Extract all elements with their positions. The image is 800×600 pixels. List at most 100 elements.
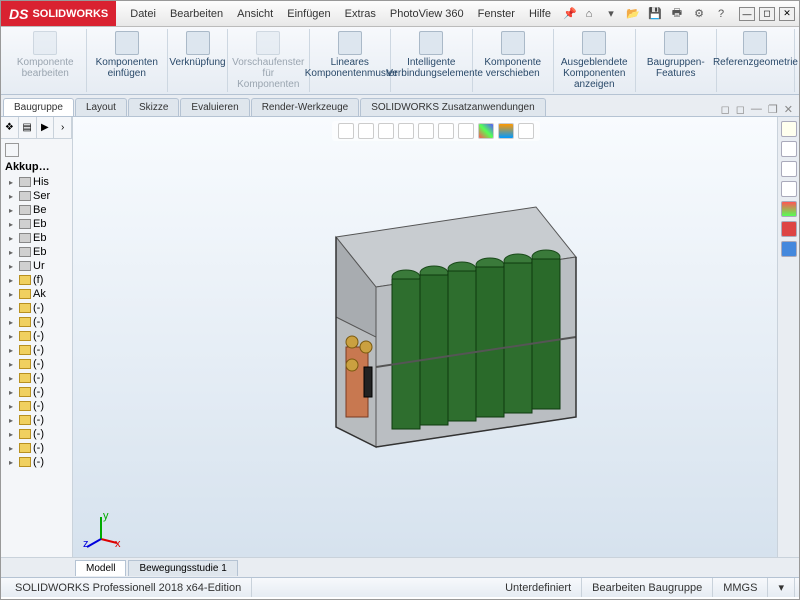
app-logo: DS SOLIDWORKS — [1, 1, 116, 26]
menu-datei[interactable]: Datei — [124, 5, 162, 23]
menu-ansicht[interactable]: Ansicht — [231, 5, 279, 23]
home-icon[interactable]: ⌂ — [581, 6, 597, 22]
fm-tab-tree-icon[interactable]: ❖ — [1, 117, 19, 138]
feature-tree[interactable]: Akkup… ▸His▸Ser▸Be▸Eb▸Eb▸Eb▸Ur▸(f)▸Ak▸(-… — [1, 139, 72, 557]
tree-node[interactable]: ▸(-) — [3, 385, 70, 399]
ref-geometry-icon — [743, 31, 767, 55]
graphics-viewport[interactable]: x y z — [73, 117, 799, 557]
taskpane-home-icon[interactable] — [781, 121, 797, 137]
tree-node[interactable]: ▸Be — [3, 203, 70, 217]
doc-min-icon[interactable]: — — [751, 103, 762, 116]
fm-tab-more-icon[interactable]: › — [54, 117, 72, 138]
tab-render[interactable]: Render-Werkzeuge — [251, 98, 360, 116]
tree-node[interactable]: ▸His — [3, 175, 70, 189]
tree-node[interactable]: ▸(-) — [3, 427, 70, 441]
tree-filter-icon[interactable] — [5, 143, 19, 157]
ribbon-assembly-features[interactable]: Baugruppen-Features — [636, 29, 718, 92]
tree-node[interactable]: ▸(-) — [3, 315, 70, 329]
maximize-button[interactable]: ◻ — [759, 7, 775, 21]
task-pane — [777, 117, 799, 557]
zoom-fit-icon[interactable] — [338, 123, 354, 139]
ribbon-edit-component: Komponente bearbeiten — [5, 29, 87, 92]
tab-evaluieren[interactable]: Evaluieren — [180, 98, 249, 116]
tab-skizze[interactable]: Skizze — [128, 98, 179, 116]
view-orient-icon[interactable] — [418, 123, 434, 139]
show-hidden-icon — [582, 31, 606, 55]
prev-view-icon[interactable] — [378, 123, 394, 139]
insert-component-icon — [115, 31, 139, 55]
tree-node[interactable]: ▸(-) — [3, 301, 70, 315]
ribbon-move-component[interactable]: Komponente verschieben — [473, 29, 555, 92]
doc-restore-icon[interactable]: ◻ — [721, 103, 730, 116]
status-units[interactable]: MMGS — [713, 578, 768, 597]
hide-show-icon[interactable] — [458, 123, 474, 139]
tree-node[interactable]: ▸(-) — [3, 329, 70, 343]
bottom-tab-modell[interactable]: Modell — [75, 560, 126, 576]
open-icon[interactable]: 📂 — [625, 6, 641, 22]
tree-root[interactable]: Akkup… — [3, 159, 70, 175]
tree-node[interactable]: ▸(-) — [3, 371, 70, 385]
ribbon-show-hidden[interactable]: Ausgeblendete Komponenten anzeigen — [554, 29, 636, 92]
taskpane-view-palette-icon[interactable] — [781, 201, 797, 217]
tree-node[interactable]: ▸(-) — [3, 399, 70, 413]
taskpane-design-lib-icon[interactable] — [781, 161, 797, 177]
print-icon[interactable]: 🖶 — [669, 6, 685, 22]
menu-fenster[interactable]: Fenster — [472, 5, 521, 23]
preview-icon — [256, 31, 280, 55]
tree-node[interactable]: ▸Ur — [3, 259, 70, 273]
tree-node[interactable]: ▸Ser — [3, 189, 70, 203]
tree-node[interactable]: ▸Eb — [3, 217, 70, 231]
taskpane-custom-props-icon[interactable] — [781, 241, 797, 257]
fm-tab-config-icon[interactable]: ▶ — [37, 117, 55, 138]
fm-tab-prop-icon[interactable]: ▤ — [19, 117, 37, 138]
section-view-icon[interactable] — [398, 123, 414, 139]
doc-restore2-icon[interactable]: ❐ — [768, 103, 778, 116]
tab-baugruppe[interactable]: Baugruppe — [3, 98, 74, 116]
menu-hilfe[interactable]: Hilfe — [523, 5, 557, 23]
zoom-area-icon[interactable] — [358, 123, 374, 139]
new-icon[interactable]: ▾ — [603, 6, 619, 22]
taskpane-appearances-icon[interactable] — [781, 221, 797, 237]
help-icon[interactable]: ? — [713, 6, 729, 22]
display-style-icon[interactable] — [438, 123, 454, 139]
ribbon-mate[interactable]: Verknüpfung — [168, 29, 228, 92]
work-area: ❖ ▤ ▶ › Akkup… ▸His▸Ser▸Be▸Eb▸Eb▸Eb▸Ur▸(… — [1, 117, 799, 557]
status-dropdown-icon[interactable]: ▾ — [768, 578, 795, 597]
ribbon-insert-component[interactable]: Komponenten einfügen — [87, 29, 169, 92]
menu-einfuegen[interactable]: Einfügen — [281, 5, 336, 23]
appearance-icon[interactable] — [478, 123, 494, 139]
bottom-tab-bewegung[interactable]: Bewegungsstudie 1 — [128, 560, 237, 576]
scene-icon[interactable] — [498, 123, 514, 139]
tree-node[interactable]: ▸Eb — [3, 245, 70, 259]
ribbon-linear-pattern[interactable]: Lineares Komponentenmuster — [310, 29, 392, 92]
tree-node[interactable]: ▸(-) — [3, 455, 70, 469]
orientation-triad[interactable]: x y z — [81, 509, 121, 549]
save-icon[interactable]: 💾 — [647, 6, 663, 22]
options-icon[interactable]: ⚙ — [691, 6, 707, 22]
tab-layout[interactable]: Layout — [75, 98, 127, 116]
tree-node[interactable]: ▸(f) — [3, 273, 70, 287]
menu-extras[interactable]: Extras — [339, 5, 382, 23]
doc-max-icon[interactable]: ◻ — [736, 103, 745, 116]
doc-window-controls: ◻ ◻ — ❐ ✕ — [721, 103, 799, 116]
tree-node[interactable]: ▸(-) — [3, 357, 70, 371]
doc-close-icon[interactable]: ✕ — [784, 103, 793, 116]
tab-addins[interactable]: SOLIDWORKS Zusatzanwendungen — [360, 98, 545, 116]
close-button[interactable]: ✕ — [779, 7, 795, 21]
tree-node[interactable]: ▸(-) — [3, 343, 70, 357]
view-settings-icon[interactable] — [518, 123, 534, 139]
ribbon-smart-fasteners[interactable]: Intelligente Verbindungselemente — [391, 29, 473, 92]
ribbon-reference-geometry[interactable]: Referenzgeometrie — [717, 29, 795, 92]
menu-bearbeiten[interactable]: Bearbeiten — [164, 5, 229, 23]
feature-manager: ❖ ▤ ▶ › Akkup… ▸His▸Ser▸Be▸Eb▸Eb▸Eb▸Ur▸(… — [1, 117, 73, 557]
taskpane-resources-icon[interactable] — [781, 141, 797, 157]
minimize-button[interactable]: — — [739, 7, 755, 21]
tree-node[interactable]: ▸Ak — [3, 287, 70, 301]
tree-node[interactable]: ▸(-) — [3, 441, 70, 455]
3d-model[interactable] — [276, 197, 596, 477]
taskpane-explorer-icon[interactable] — [781, 181, 797, 197]
tree-node[interactable]: ▸Eb — [3, 231, 70, 245]
pin-icon[interactable]: 📌 — [563, 7, 577, 20]
tree-node[interactable]: ▸(-) — [3, 413, 70, 427]
menu-photoview[interactable]: PhotoView 360 — [384, 5, 470, 23]
